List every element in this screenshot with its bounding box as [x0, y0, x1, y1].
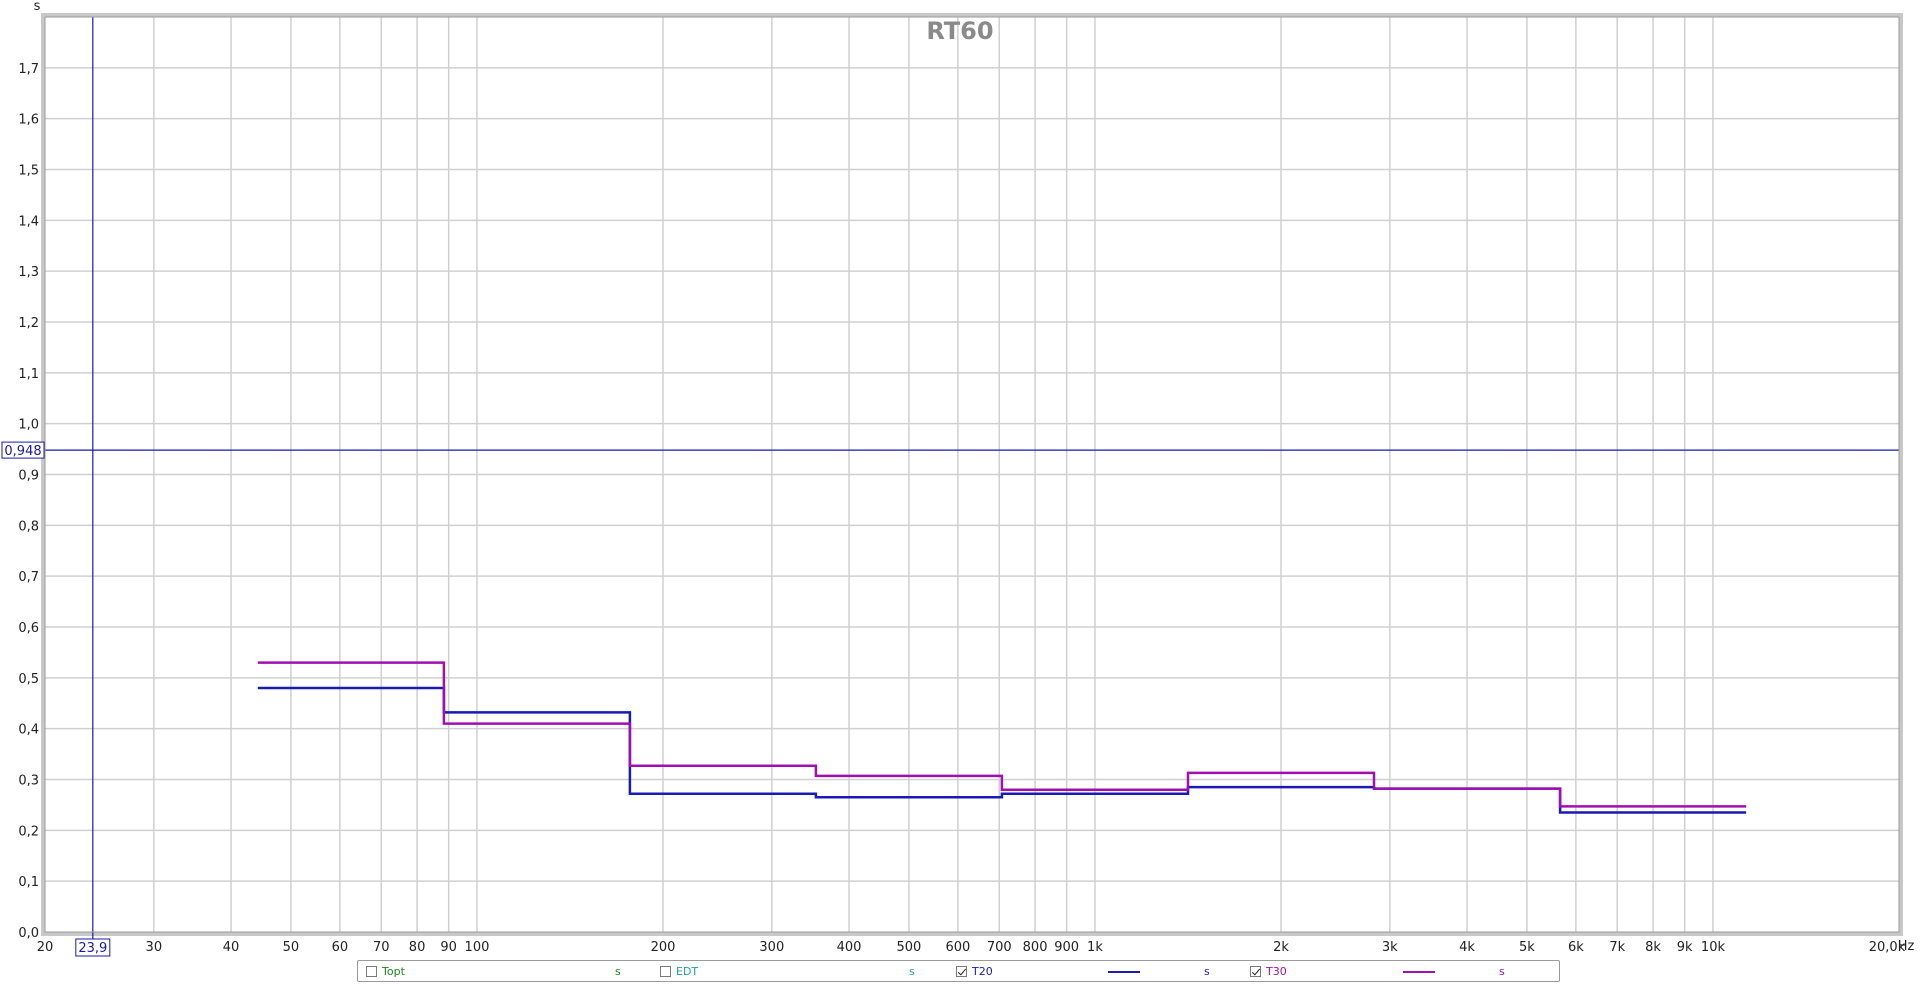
y-tick-label: 1,1	[18, 367, 39, 382]
y-tick-label: 1,4	[18, 214, 39, 229]
x-tick-label: 50	[283, 940, 300, 955]
series-layer	[257, 661, 1747, 814]
legend-label: T20	[972, 964, 993, 978]
y-tick-label: 0,8	[18, 519, 39, 534]
x-tick-label: 90	[440, 940, 457, 955]
legend-unit: s	[615, 965, 621, 978]
x-tick-label: 20	[37, 940, 54, 955]
legend-unit: s	[1499, 965, 1505, 978]
y-tick-label: 0,9	[18, 469, 39, 484]
y-tick-label: 0,2	[18, 824, 39, 839]
x-tick-label: 40	[223, 940, 240, 955]
cursor-x-readout: 23,9	[78, 941, 107, 956]
legend-label: EDT	[676, 964, 699, 978]
x-tick-label: 100	[465, 940, 490, 955]
legend-item-topt[interactable]: Topt	[366, 961, 405, 981]
chart-title: RT60	[926, 17, 993, 45]
y-tick-label: 1,3	[18, 265, 39, 280]
grid	[45, 17, 1899, 932]
y-tick-label: 1,5	[18, 164, 39, 179]
legend-checkbox-t30[interactable]	[1250, 965, 1261, 977]
legend-unit: s	[909, 965, 915, 978]
x-axis-unit: Hz	[1898, 939, 1915, 954]
x-tick-label: 3k	[1382, 940, 1398, 955]
legend-unit: s	[1204, 965, 1210, 978]
x-tick-label: 4k	[1459, 940, 1475, 955]
y-tick-label: 0,7	[18, 570, 39, 585]
legend-item-t20[interactable]: T20	[956, 961, 993, 981]
cursor-layer[interactable]: 0,948 23,9	[1, 17, 1899, 957]
x-tick-label: 200	[651, 940, 676, 955]
y-axis-label: s	[34, 0, 41, 14]
y-tick-label: 1,2	[18, 316, 39, 331]
legend-checkbox-t20[interactable]	[956, 965, 967, 977]
x-tick-label: 700	[987, 940, 1012, 955]
x-tick-label: 5k	[1519, 940, 1535, 955]
x-tick-label: 400	[837, 940, 862, 955]
y-tick-label: 0,0	[18, 926, 39, 941]
y-tick-label: 1,6	[18, 113, 39, 128]
cursor-y-readout: 0,948	[4, 444, 41, 459]
legend-label: Topt	[382, 964, 405, 978]
y-tick-labels: 0,0 0,1 0,2 0,3 0,4 0,5 0,6 0,7 0,8 0,9 1,0 1,1 1,2 1…	[18, 62, 39, 941]
x-tick-label: 500	[897, 940, 922, 955]
legend-checkbox-topt[interactable]	[366, 965, 377, 977]
x-tick-label: 6k	[1568, 940, 1584, 955]
y-tick-label: 0,6	[18, 621, 39, 636]
legend-bar: Topt s EDT s T20 s T30 s	[357, 960, 1560, 982]
x-tick-label: 70	[373, 940, 390, 955]
y-tick-label: 1,0	[18, 418, 39, 433]
legend-item-t30[interactable]: T30	[1250, 961, 1287, 981]
x-tick-label: 7k	[1609, 940, 1625, 955]
y-tick-label: 1,7	[18, 62, 39, 77]
x-tick-label: 60	[332, 940, 349, 955]
x-tick-label: 80	[409, 940, 426, 955]
x-tick-label: 2k	[1273, 940, 1289, 955]
series-t30-line	[257, 661, 1747, 808]
y-tick-label: 0,4	[18, 723, 39, 738]
series-t20-line	[257, 686, 1747, 814]
legend-swatch-t30	[1403, 971, 1435, 973]
legend-label: T30	[1266, 964, 1287, 978]
y-tick-label: 0,5	[18, 672, 39, 687]
legend-swatch-t20	[1108, 971, 1140, 973]
x-tick-labels: 20 30 40 50 60 70 80 90 100 200 300 400 500 600 700 800…	[37, 940, 1906, 955]
x-tick-label: 800	[1023, 940, 1048, 955]
x-tick-label: 30	[146, 940, 163, 955]
x-tick-label: 9k	[1677, 940, 1693, 955]
y-tick-label: 0,3	[18, 774, 39, 789]
x-tick-label: 300	[759, 940, 784, 955]
legend-checkbox-edt[interactable]	[660, 965, 671, 977]
x-tick-label: 900	[1054, 940, 1079, 955]
x-tick-label: 600	[945, 940, 970, 955]
y-tick-label: 0,1	[18, 875, 39, 890]
x-tick-label: 1k	[1087, 940, 1103, 955]
rt60-chart: 20 30 40 50 60 70 80 90 100 200 300 400 500 600 700 800…	[1, 0, 1915, 957]
legend-item-edt[interactable]: EDT	[660, 961, 698, 981]
x-tick-label: 8k	[1645, 940, 1661, 955]
x-tick-label: 10k	[1701, 940, 1726, 955]
